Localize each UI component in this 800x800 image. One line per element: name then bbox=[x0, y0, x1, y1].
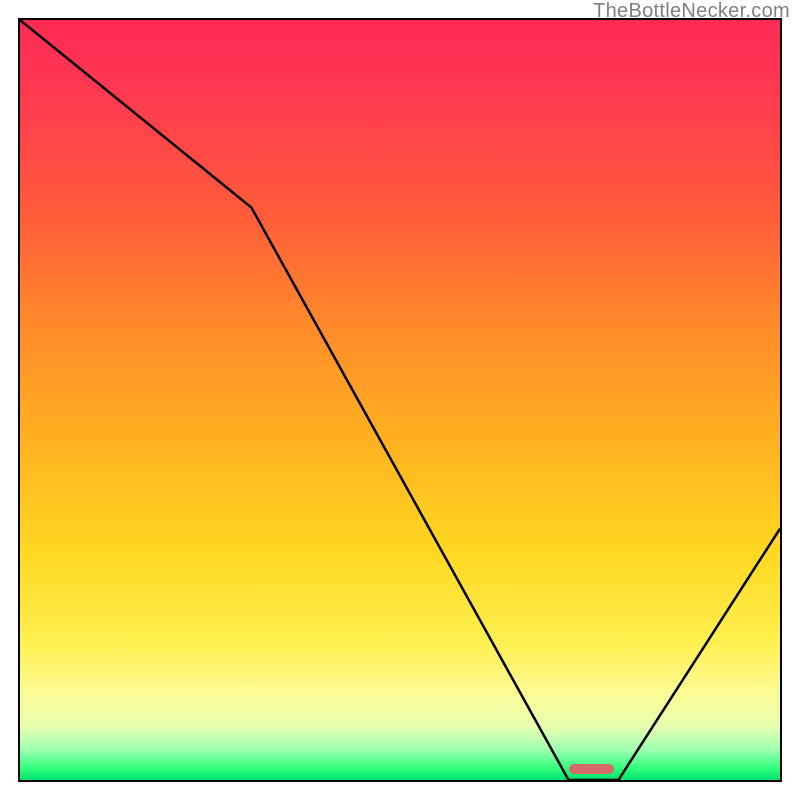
plot-area bbox=[18, 18, 782, 782]
optimal-marker bbox=[569, 764, 615, 774]
bottleneck-curve bbox=[20, 20, 780, 780]
chart-stage: TheBottleNecker.com bbox=[0, 0, 800, 800]
